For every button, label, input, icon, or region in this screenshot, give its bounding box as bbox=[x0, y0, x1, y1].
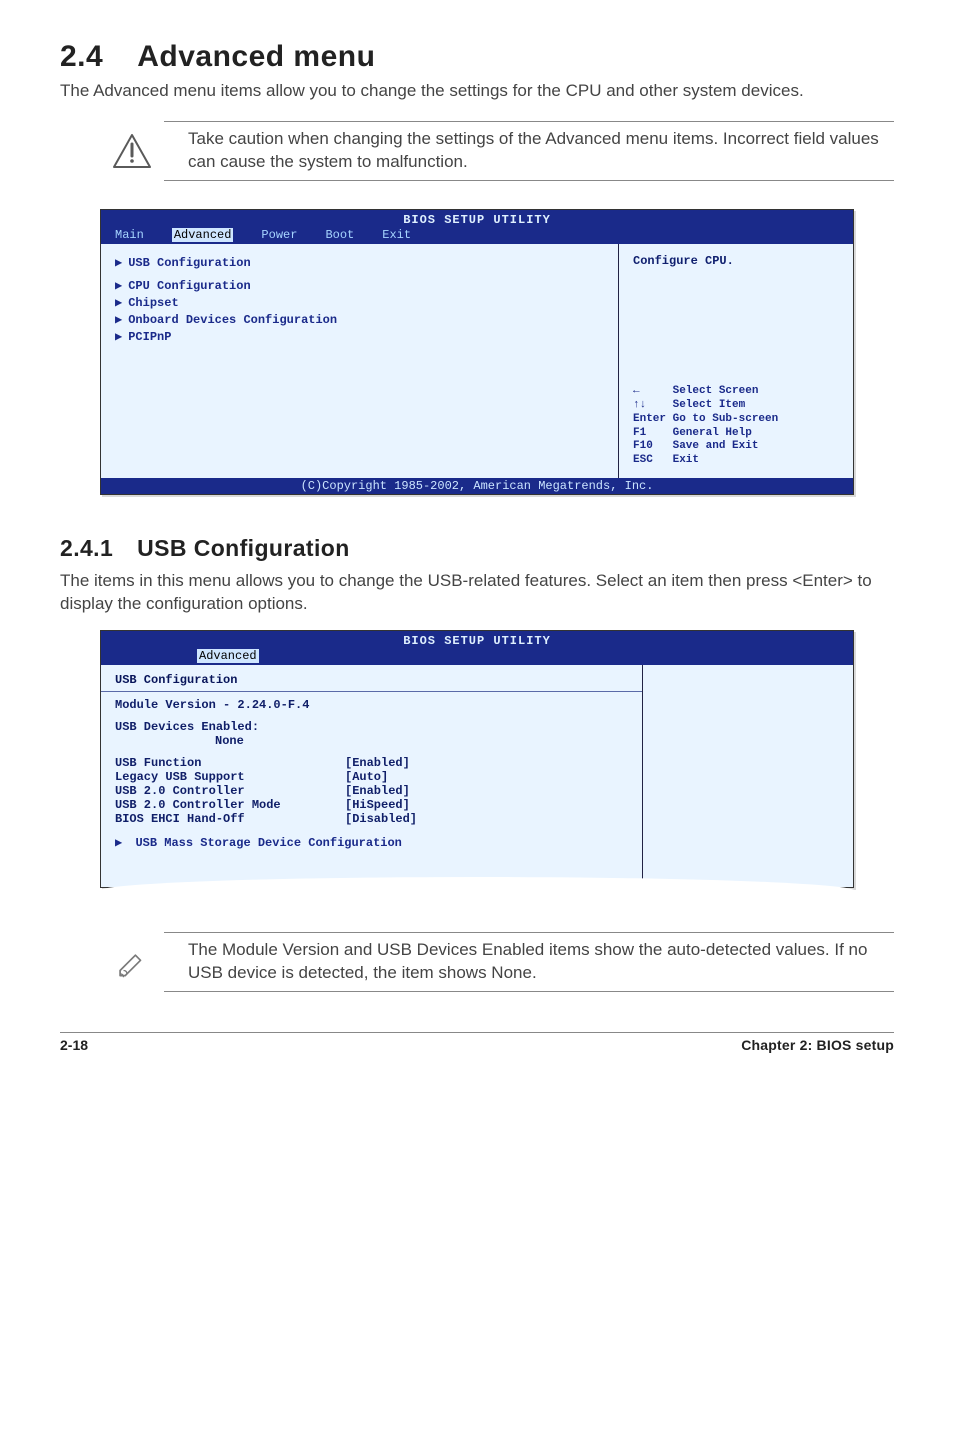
section-number: 2.4 bbox=[60, 40, 103, 74]
caution-text: Take caution when changing the settings … bbox=[188, 128, 894, 174]
setting-legacy-usb-support[interactable]: Legacy USB Support[Auto] bbox=[115, 770, 628, 784]
page-number: 2-18 bbox=[60, 1037, 88, 1053]
bios-tab-main[interactable]: Main bbox=[115, 228, 144, 242]
bios-sub-left-pane: USB Configuration Module Version - 2.24.… bbox=[101, 665, 643, 887]
section-title: Advanced menu bbox=[137, 40, 375, 73]
chapter-label: Chapter 2: BIOS setup bbox=[741, 1037, 894, 1053]
module-version-line: Module Version - 2.24.0-F.4 bbox=[115, 698, 628, 712]
setting-usb20-controller[interactable]: USB 2.0 Controller[Enabled] bbox=[115, 784, 628, 798]
footer-rule bbox=[60, 1032, 894, 1033]
bios-header: BIOS SETUP UTILITY Main Advanced Power B… bbox=[101, 210, 853, 244]
subsection-number: 2.4.1 bbox=[60, 535, 113, 561]
bios-usb-screenshot: BIOS SETUP UTILITY Advanced USB Configur… bbox=[100, 630, 854, 888]
bios-tab-exit[interactable]: Exit bbox=[382, 228, 411, 242]
triangle-icon: ▶ bbox=[115, 836, 122, 850]
page-footer: 2-18 Chapter 2: BIOS setup bbox=[60, 1037, 894, 1053]
bios-tab-advanced[interactable]: Advanced bbox=[172, 228, 234, 242]
bios-tab-power[interactable]: Power bbox=[261, 228, 297, 242]
bios-sub-title: BIOS SETUP UTILITY bbox=[107, 633, 847, 649]
bios-item-onboard-devices[interactable]: ▶Onboard Devices Configuration bbox=[115, 311, 604, 328]
bios-sub-item-mass-storage[interactable]: ▶ USB Mass Storage Device Configuration bbox=[115, 834, 628, 851]
triangle-icon: ▶ bbox=[115, 313, 122, 327]
sub-intro-paragraph: The items in this menu allows you to cha… bbox=[60, 570, 894, 616]
intro-paragraph: The Advanced menu items allow you to cha… bbox=[60, 80, 894, 103]
caution-note: Take caution when changing the settings … bbox=[110, 117, 894, 185]
bios-sub-header: BIOS SETUP UTILITY Advanced bbox=[101, 631, 853, 665]
bios-item-usb-configuration[interactable]: ▶USB Configuration bbox=[115, 254, 604, 271]
section-heading: 2.4 Advanced menu bbox=[60, 40, 894, 74]
bios-main-screenshot: BIOS SETUP UTILITY Main Advanced Power B… bbox=[100, 209, 854, 495]
bios-help-text: Configure CPU. bbox=[633, 254, 843, 268]
warning-icon bbox=[110, 131, 154, 171]
triangle-icon: ▶ bbox=[115, 256, 122, 270]
subsection-heading: 2.4.1 USB Configuration bbox=[60, 535, 894, 562]
usb-devices-enabled-value: None bbox=[115, 734, 628, 748]
bios-footer-copyright: (C)Copyright 1985-2002, American Megatre… bbox=[101, 478, 853, 494]
usb-config-header: USB Configuration bbox=[115, 673, 628, 689]
bios-sub-tab-advanced[interactable]: Advanced bbox=[197, 649, 259, 663]
setting-bios-ehci-handoff[interactable]: BIOS EHCI Hand-Off[Disabled] bbox=[115, 812, 628, 826]
bios-item-chipset[interactable]: ▶Chipset bbox=[115, 294, 604, 311]
triangle-icon: ▶ bbox=[115, 330, 122, 344]
bios-title: BIOS SETUP UTILITY bbox=[107, 212, 847, 228]
bios-left-pane: ▶USB Configuration ▶CPU Configuration ▶C… bbox=[101, 244, 619, 478]
bios-right-pane: Configure CPU. ← Select Screen ↑↓ Select… bbox=[619, 244, 853, 478]
bios-sub-right-pane bbox=[643, 665, 853, 887]
bios-key-legend: ← Select Screen ↑↓ Select Item Enter Go … bbox=[633, 385, 843, 468]
info-note: The Module Version and USB Devices Enabl… bbox=[110, 928, 894, 996]
triangle-icon: ▶ bbox=[115, 296, 122, 310]
setting-usb20-controller-mode[interactable]: USB 2.0 Controller Mode[HiSpeed] bbox=[115, 798, 628, 812]
bios-tab-boot[interactable]: Boot bbox=[325, 228, 354, 242]
pencil-note-icon bbox=[110, 942, 154, 982]
info-note-text: The Module Version and USB Devices Enabl… bbox=[188, 939, 894, 985]
bios-item-cpu-configuration[interactable]: ▶CPU Configuration bbox=[115, 277, 604, 294]
setting-usb-function[interactable]: USB Function[Enabled] bbox=[115, 756, 628, 770]
bios-item-pcipnp[interactable]: ▶PCIPnP bbox=[115, 328, 604, 345]
subsection-title: USB Configuration bbox=[137, 535, 350, 561]
triangle-icon: ▶ bbox=[115, 279, 122, 293]
usb-devices-enabled-label: USB Devices Enabled: bbox=[115, 720, 628, 734]
